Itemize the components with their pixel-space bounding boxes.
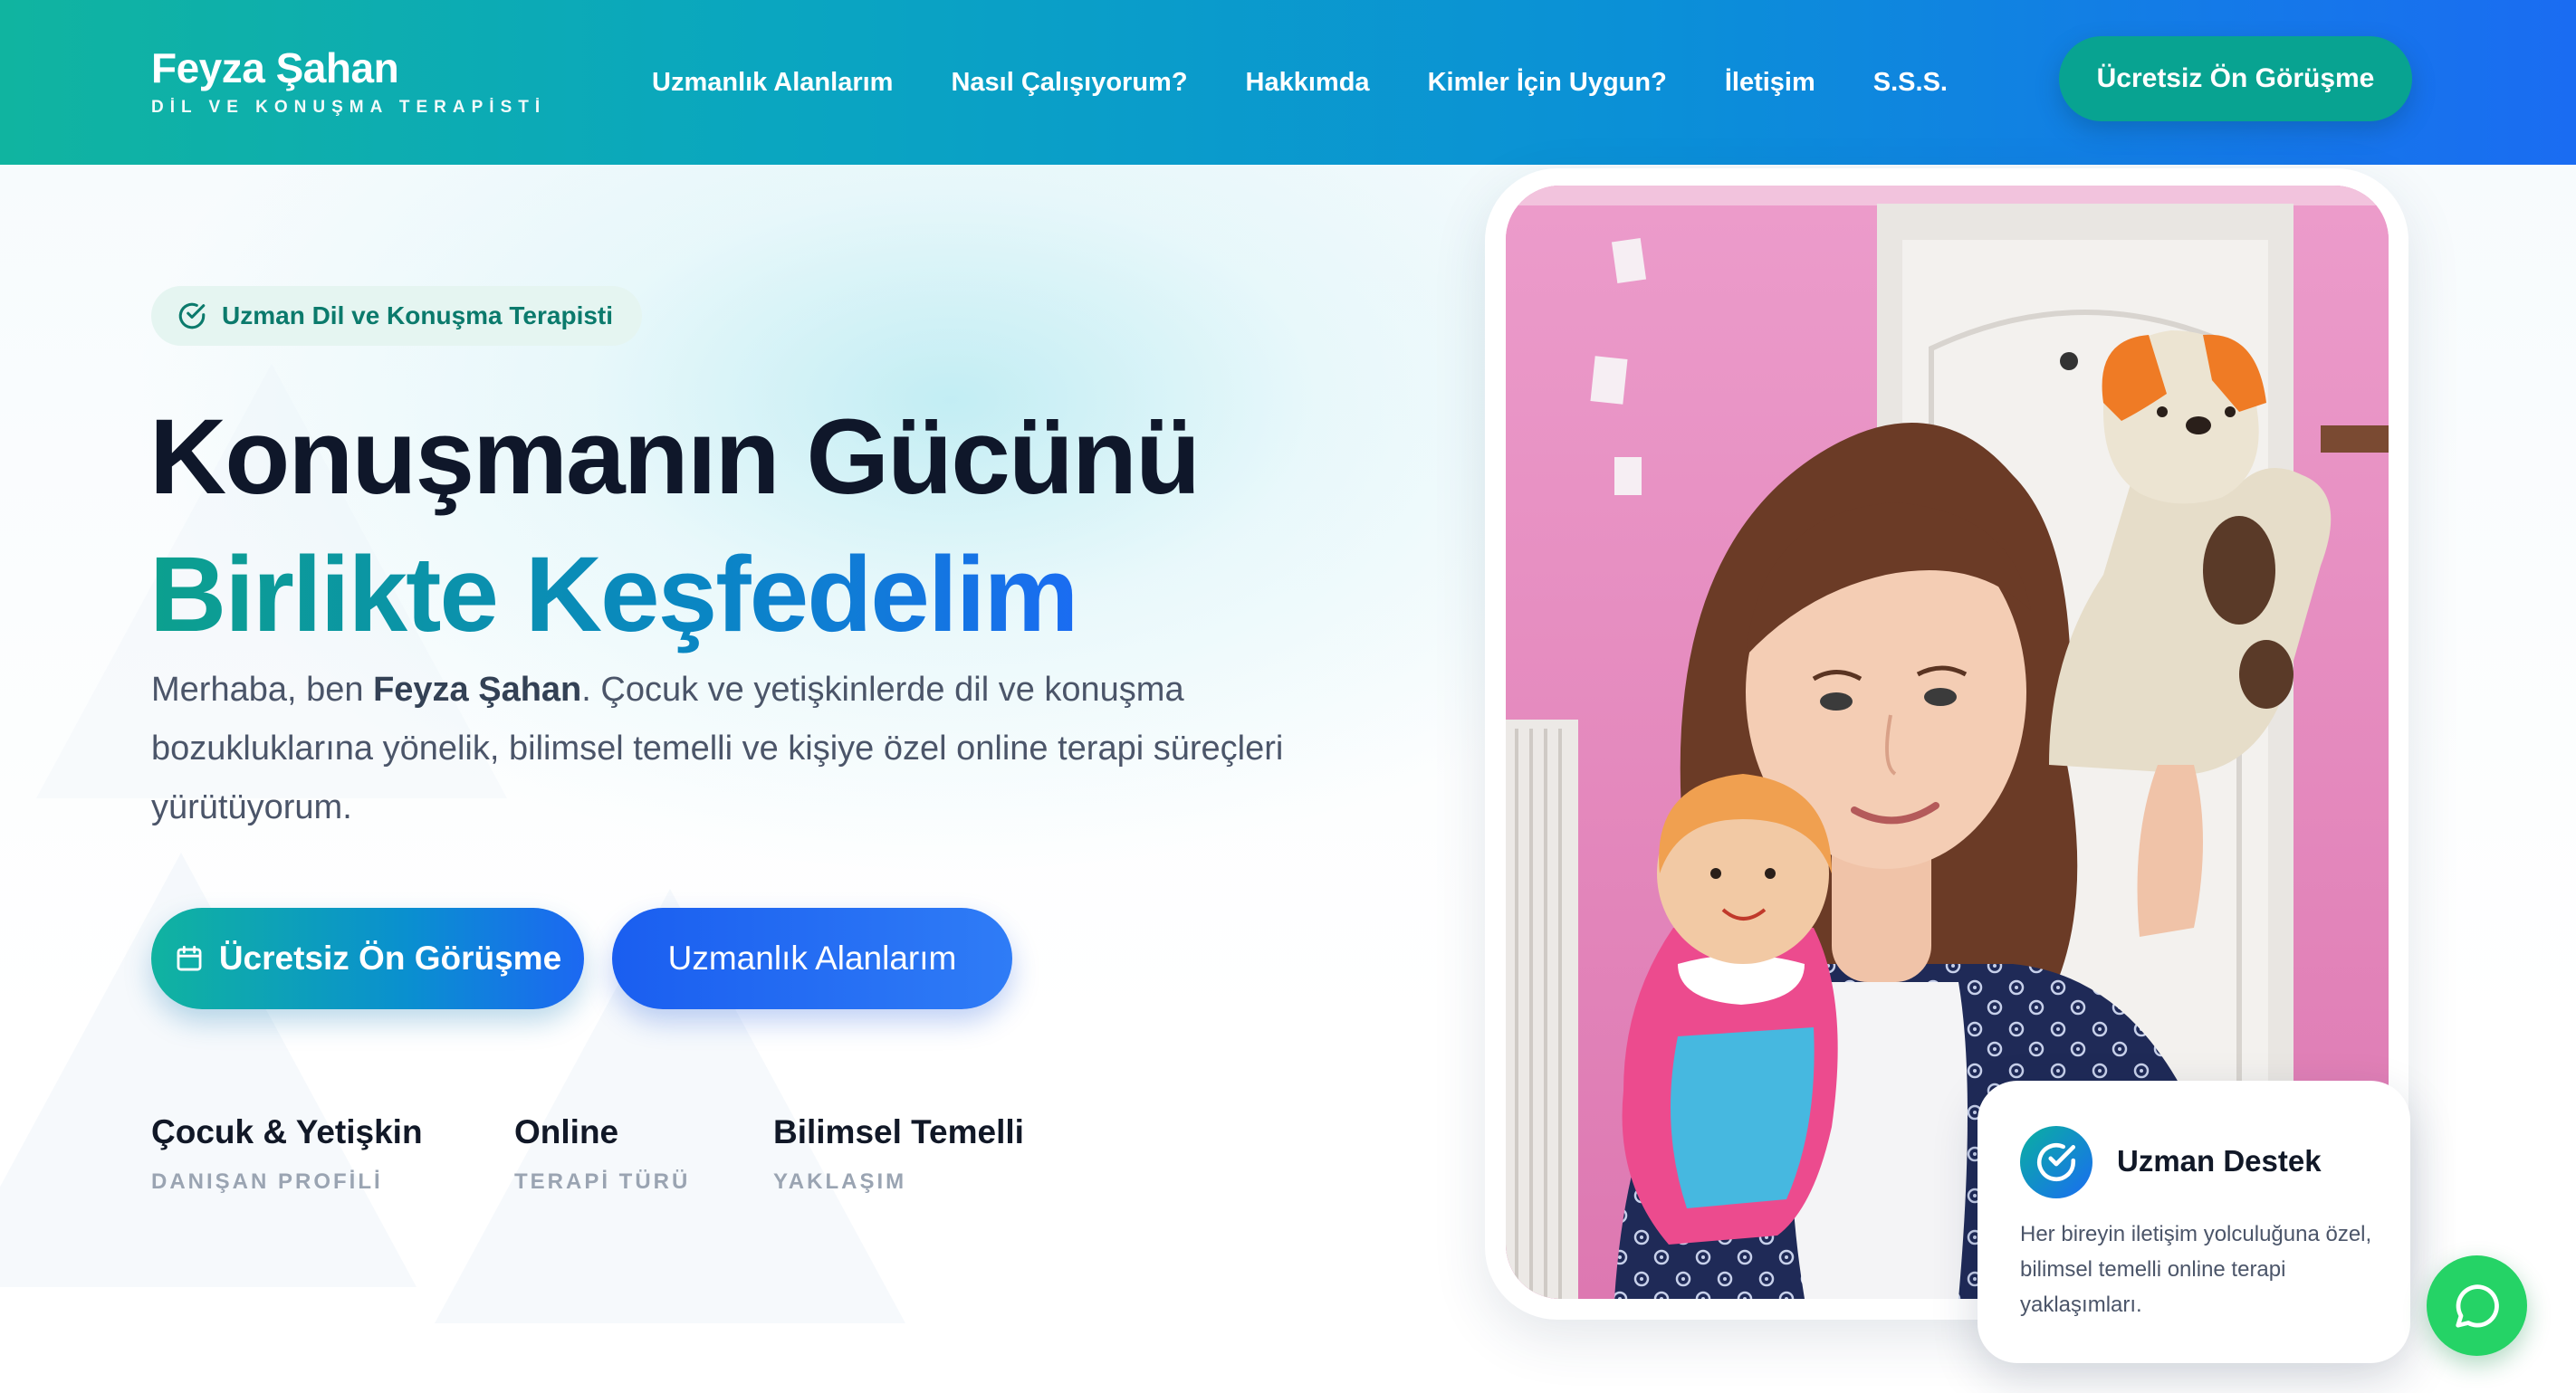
calendar-icon xyxy=(177,945,202,971)
expert-support-card: Uzman Destek Her bireyin iletişim yolcul… xyxy=(1977,1081,2410,1363)
nav-item-nasil-calisiyorum[interactable]: Nasıl Çalışıyorum? xyxy=(951,68,1187,98)
whatsapp-button[interactable] xyxy=(2427,1255,2527,1356)
info-card-icon-wrap xyxy=(2020,1126,2092,1198)
main-nav: Uzmanlık Alanlarım Nasıl Çalışıyorum? Ha… xyxy=(652,0,2006,165)
nav-item-uzmanlik[interactable]: Uzmanlık Alanlarım xyxy=(652,68,893,98)
site-header: Feyza Şahan DİL VE KONUŞMA TERAPİSTİ Uzm… xyxy=(0,0,2576,165)
brand-name: Feyza Şahan xyxy=(151,44,399,91)
intro-prefix: Merhaba, ben xyxy=(151,671,374,709)
stat-title: Online xyxy=(514,1113,619,1150)
brand-logo[interactable]: Feyza Şahan DİL VE KONUŞMA TERAPİSTİ xyxy=(151,43,546,118)
intro-name: Feyza Şahan xyxy=(373,671,582,709)
stat-title: Bilimsel Temelli xyxy=(773,1113,1024,1150)
stat-subtitle: DANIŞAN PROFİLİ xyxy=(151,1169,383,1194)
nav-item-kimler-icin[interactable]: Kimler İçin Uygun? xyxy=(1428,68,1667,98)
stat-title: Çocuk & Yetişkin xyxy=(151,1113,423,1150)
hero-intro: Merhaba, ben Feyza Şahan. Çocuk ve yetiş… xyxy=(151,661,1365,837)
expertise-areas-button[interactable]: Uzmanlık Alanlarım xyxy=(612,908,1012,1009)
nav-item-iletisim[interactable]: İletişim xyxy=(1725,68,1815,98)
stat-approach: Bilimsel Temelli YAKLAŞIM xyxy=(773,1113,1024,1195)
stat-therapy-type: Online TERAPİ TÜRÜ xyxy=(514,1113,690,1195)
info-card-title: Uzman Destek xyxy=(2117,1144,2322,1178)
hero-badge-label: Uzman Dil ve Konuşma Terapisti xyxy=(222,301,614,329)
nav-item-sss[interactable]: S.S.S. xyxy=(1873,68,1948,98)
nav-item-hakkimda[interactable]: Hakkımda xyxy=(1246,68,1370,98)
stat-client-profile: Çocuk & Yetişkin DANIŞAN PROFİLİ xyxy=(151,1113,423,1195)
brand-subtitle: DİL VE KONUŞMA TERAPİSTİ xyxy=(151,98,547,117)
hero-badge: Uzman Dil ve Konuşma Terapisti xyxy=(151,286,643,346)
check-circle-icon xyxy=(178,302,206,329)
free-consultation-label: Ücretsiz Ön Görüşme xyxy=(218,940,562,977)
stat-subtitle: YAKLAŞIM xyxy=(773,1169,907,1194)
check-circle-icon xyxy=(2037,1142,2076,1182)
info-card-text: Her bireyin iletişim yolculuğuna özel, b… xyxy=(2020,1222,2372,1317)
stat-subtitle: TERAPİ TÜRÜ xyxy=(514,1169,691,1194)
whatsapp-icon xyxy=(2455,1283,2499,1328)
hero-title-line2: Birlikte Keşfedelim xyxy=(149,535,1078,654)
free-consultation-button[interactable]: Ücretsiz Ön Görüşme xyxy=(151,908,584,1009)
hero-title-line1: Konuşmanın Gücünü xyxy=(149,397,1201,517)
header-cta-button[interactable]: Ücretsiz Ön Görüşme xyxy=(2059,36,2412,121)
